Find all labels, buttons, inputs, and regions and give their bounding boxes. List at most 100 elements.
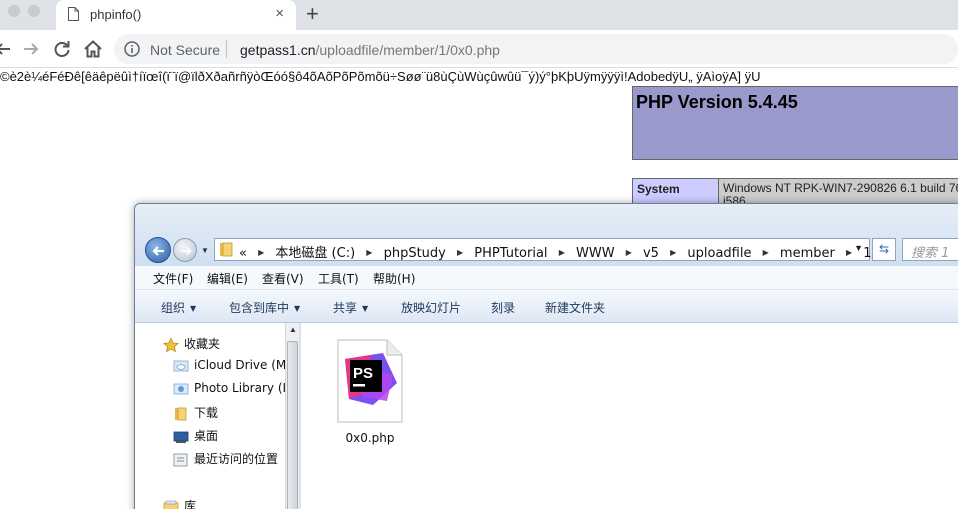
tab-phpinfo[interactable]: phpinfo() × — [56, 0, 296, 30]
address-bar[interactable]: Not Secure getpass1.cn/uploadfile/member… — [114, 34, 958, 64]
nav-favorites[interactable]: 收藏夹 — [163, 335, 220, 355]
arrow-right-icon — [181, 246, 192, 256]
url-text[interactable]: getpass1.cn/uploadfile/member/1/0x0.php — [240, 42, 500, 58]
nav-label: 最近访问的位置 — [194, 452, 279, 466]
info-icon[interactable] — [124, 41, 140, 57]
scroll-up-icon[interactable]: ▲ — [289, 325, 297, 334]
url-path: /uploadfile/member/1/0x0.php — [315, 42, 500, 58]
address-dropdown-icon[interactable]: ▼ — [854, 243, 863, 253]
explorer-address-bar[interactable]: « ▶ 本地磁盘 (C:) ▶ phpStudy ▶ PHPTutorial ▶… — [214, 238, 872, 261]
php-version-title: PHP Version 5.4.45 — [636, 92, 798, 112]
breadcrumb-item[interactable]: 1 — [863, 246, 871, 261]
organize-button[interactable]: 组织 ▼ — [161, 299, 196, 316]
history-dropdown-icon[interactable]: ▼ — [201, 246, 209, 255]
dropdown-arrow-icon: ▼ — [190, 304, 197, 313]
url-host: getpass1.cn — [240, 42, 316, 58]
scroll-thumb[interactable] — [287, 341, 298, 509]
slideshow-button[interactable]: 放映幻灯片 — [401, 299, 461, 316]
photos-icon — [173, 383, 189, 394]
chevron-right-icon[interactable]: ▶ — [670, 248, 676, 257]
new-tab-button[interactable]: + — [306, 2, 319, 26]
tab-strip: phpinfo() × + — [0, 0, 958, 30]
explorer-forward-button[interactable] — [173, 238, 197, 262]
reload-icon — [54, 41, 70, 57]
menu-edit[interactable]: 编辑(E) — [207, 270, 248, 287]
tab-title: phpinfo() — [90, 7, 142, 22]
share-label: 共享 — [333, 301, 358, 315]
search-placeholder: 搜索 1 — [911, 246, 950, 261]
breadcrumb-item[interactable]: phpStudy — [384, 246, 446, 261]
breadcrumb-item[interactable]: uploadfile — [687, 246, 751, 261]
breadcrumb-item[interactable]: WWW — [576, 246, 615, 261]
nav-label: 桌面 — [194, 429, 219, 443]
nav-downloads[interactable]: 下载 — [173, 404, 218, 424]
dropdown-arrow-icon: ▼ — [362, 304, 369, 313]
organize-label: 组织 — [161, 301, 186, 315]
breadcrumb-item[interactable]: PHPTutorial — [474, 246, 547, 261]
browser-toolbar: Not Secure getpass1.cn/uploadfile/member… — [0, 30, 958, 68]
menu-view[interactable]: 查看(V) — [262, 270, 304, 287]
nav-label: 下载 — [194, 406, 219, 420]
chevron-right-icon[interactable]: ▶ — [763, 248, 769, 257]
forward-button[interactable] — [20, 38, 42, 60]
include-in-library-button[interactable]: 包含到库中 ▼ — [229, 299, 300, 316]
php-version-header: PHP Version 5.4.45 — [632, 86, 958, 160]
breadcrumb-overflow[interactable]: « — [239, 246, 247, 261]
tab-close-icon[interactable]: × — [275, 5, 284, 23]
star-icon — [163, 337, 179, 352]
explorer-title-area: ▼ « ▶ 本地磁盘 (C:) ▶ phpStudy ▶ PHPTutorial… — [135, 204, 958, 266]
nav-libraries[interactable]: 库 — [163, 497, 196, 509]
chevron-right-icon[interactable]: ▶ — [457, 248, 463, 257]
security-label: Not Secure — [150, 42, 221, 58]
explorer-menubar: 文件(F) 编辑(E) 查看(V) 工具(T) 帮助(H) — [135, 266, 958, 290]
menu-help[interactable]: 帮助(H) — [373, 270, 415, 287]
chevron-right-icon[interactable]: ▶ — [626, 248, 632, 257]
dropdown-arrow-icon: ▼ — [294, 304, 301, 313]
chevron-right-icon[interactable]: ▶ — [846, 248, 852, 257]
new-folder-button[interactable]: 新建文件夹 — [545, 299, 605, 316]
window-minimize-dot[interactable] — [8, 5, 20, 17]
breadcrumb: « ▶ 本地磁盘 (C:) ▶ phpStudy ▶ PHPTutorial ▶… — [239, 242, 872, 261]
nav-recent-places[interactable]: 最近访问的位置 — [173, 450, 278, 470]
file-list: PS 0x0.php — [301, 323, 958, 509]
menu-tools[interactable]: 工具(T) — [318, 270, 359, 287]
binary-garbage-text: ©è2è¼éFéÐê[êäêpëûì†íïœî(ï¨ï@ïlðXðañrñÿòŒ… — [0, 69, 761, 84]
chevron-right-icon[interactable]: ▶ — [366, 248, 372, 257]
library-icon — [163, 500, 179, 509]
share-button[interactable]: 共享 ▼ — [333, 299, 368, 316]
nav-label: 库 — [184, 499, 197, 509]
back-button[interactable] — [0, 38, 14, 60]
menu-file[interactable]: 文件(F) — [153, 270, 193, 287]
chevron-right-icon: ▶ — [258, 248, 265, 257]
explorer-back-button[interactable] — [145, 237, 171, 263]
explorer-command-bar: 组织 ▼ 包含到库中 ▼ 共享 ▼ 放映幻灯片 刻录 新建文件夹 — [135, 290, 958, 323]
nav-scrollbar[interactable]: ▲ — [285, 323, 299, 509]
home-icon — [84, 40, 102, 58]
nav-icloud-drive[interactable]: iCloud Drive (M — [173, 358, 286, 378]
folder-icon — [220, 242, 233, 257]
arrow-left-icon — [0, 43, 10, 55]
breadcrumb-item[interactable]: 本地磁盘 (C:) — [275, 246, 355, 261]
recent-places-icon — [173, 453, 188, 466]
window-zoom-dot[interactable] — [28, 5, 40, 17]
arrow-right-icon — [24, 43, 39, 55]
chevron-right-icon[interactable]: ▶ — [559, 248, 565, 257]
folder-icon — [175, 407, 187, 420]
document-icon — [68, 7, 79, 21]
include-in-library-label: 包含到库中 — [229, 301, 290, 315]
omnibox-divider — [226, 40, 227, 58]
phpstorm-file-icon[interactable]: PS — [337, 339, 403, 423]
reload-button[interactable] — [51, 38, 73, 60]
phpstorm-icon-text: PS — [353, 365, 373, 382]
burn-button[interactable]: 刻录 — [491, 299, 515, 316]
file-name[interactable]: 0x0.php — [337, 431, 403, 445]
explorer-refresh-button[interactable]: ⇆ — [872, 238, 896, 261]
breadcrumb-item[interactable]: v5 — [643, 246, 659, 261]
home-button[interactable] — [82, 38, 104, 60]
nav-label: Photo Library (I — [194, 381, 287, 395]
explorer-search-input[interactable]: 搜索 1 — [902, 238, 958, 261]
breadcrumb-item[interactable]: member — [780, 246, 835, 261]
nav-photo-library[interactable]: Photo Library (I — [173, 381, 286, 401]
cloud-icon — [173, 360, 189, 371]
nav-desktop[interactable]: 桌面 — [173, 427, 218, 447]
